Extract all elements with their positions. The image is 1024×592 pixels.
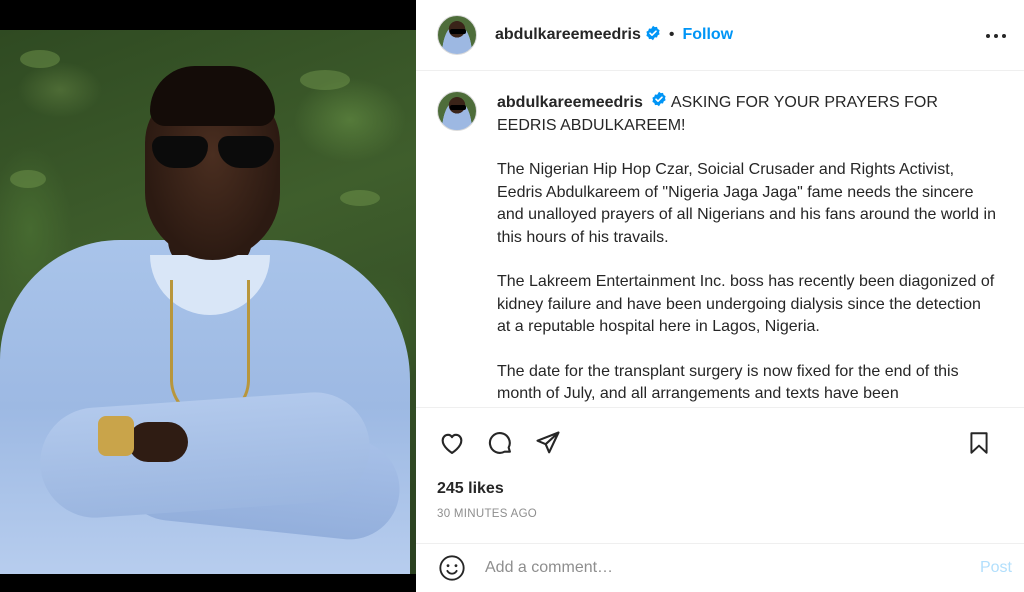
hair [150, 66, 275, 126]
post-image[interactable] [0, 0, 416, 592]
foliage [340, 190, 380, 206]
emoji-icon[interactable] [437, 553, 467, 583]
heart-icon[interactable] [437, 428, 467, 458]
caption-avatar[interactable] [437, 91, 477, 131]
likes-count[interactable]: 245 likes [416, 478, 1024, 500]
verified-badge-icon [645, 25, 661, 46]
comment-icon[interactable] [485, 428, 515, 458]
caption-paragraph: The date for the transplant surgery is n… [497, 362, 959, 403]
verified-badge-icon [651, 91, 667, 115]
foliage [10, 170, 46, 188]
hand [128, 422, 188, 462]
action-bar [416, 407, 1024, 478]
caption-username[interactable]: abdulkareemeedris [497, 94, 643, 111]
paper-plane-icon[interactable] [533, 428, 563, 458]
post-panel: abdulkareemeedris • Follow abdulkareemee… [416, 0, 1024, 592]
more-options-icon[interactable] [984, 24, 1008, 48]
caption-text: abdulkareemeedris ASKING FOR YOUR PRAYER… [497, 91, 997, 407]
foliage [20, 50, 60, 68]
foliage [300, 70, 350, 90]
separator-dot: • [668, 26, 675, 43]
photo-background [0, 30, 416, 574]
bookmark-icon[interactable] [964, 428, 994, 458]
arm [36, 388, 374, 522]
post-header: abdulkareemeedris • Follow [416, 0, 1024, 71]
caption-paragraph: The Lakreem Entertainment Inc. boss has … [497, 273, 995, 335]
avatar[interactable] [437, 15, 477, 55]
caption-paragraph: The Nigerian Hip Hop Czar, Soicial Crusa… [497, 161, 996, 246]
wristwatch [98, 416, 134, 456]
caption-section: abdulkareemeedris ASKING FOR YOUR PRAYER… [416, 71, 1024, 407]
follow-button[interactable]: Follow [682, 26, 733, 44]
post-comment-button[interactable]: Post [980, 559, 1012, 577]
sunglasses [152, 136, 276, 170]
username-link[interactable]: abdulkareemeedris [495, 26, 641, 44]
post-timestamp[interactable]: 30 MINUTES AGO [416, 508, 1024, 520]
comment-bar: Post [416, 543, 1024, 592]
comment-input[interactable] [485, 559, 980, 577]
